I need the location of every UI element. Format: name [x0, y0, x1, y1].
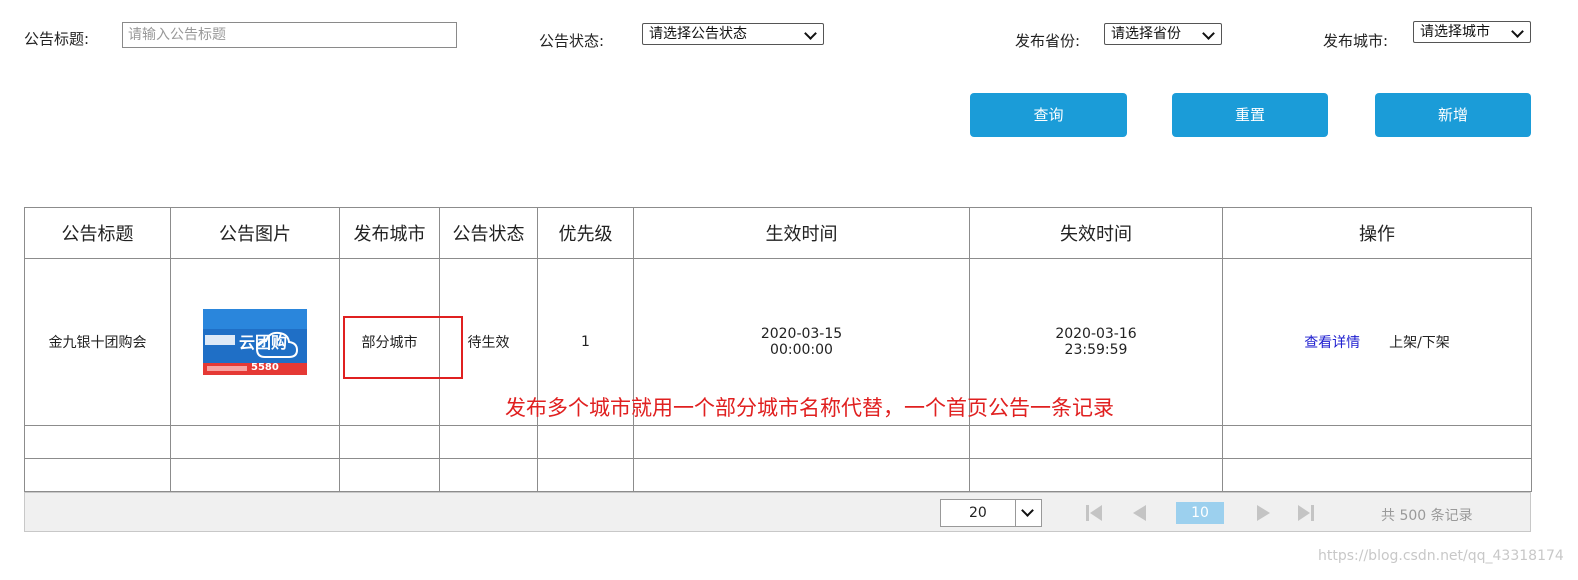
table-row-empty [24, 425, 1532, 459]
banner-subtext: 5580 [251, 362, 279, 373]
status-select-value: 请选择公告状态 [649, 26, 747, 42]
province-select-value: 请选择省份 [1111, 26, 1181, 42]
province-select[interactable]: 请选择省份 [1104, 23, 1222, 45]
status-select[interactable]: 请选择公告状态 [642, 23, 824, 45]
previous-page-icon[interactable] [1129, 503, 1149, 523]
province-filter-label: 发布省份: [1015, 32, 1081, 50]
pagination-bar: 20 10 共 500 条记录 [24, 492, 1531, 532]
city-select[interactable]: 请选择城市 [1413, 21, 1531, 43]
last-page-icon[interactable] [1296, 503, 1316, 523]
announcement-table: 公告标题 公告图片 发布城市 公告状态 优先级 生效时间 失效时间 操作 金九银… [24, 207, 1532, 492]
cell-title: 金九银十团购会 [24, 258, 171, 426]
table-header-row: 公告标题 公告图片 发布城市 公告状态 优先级 生效时间 失效时间 操作 [24, 207, 1532, 259]
chevron-down-icon [1021, 504, 1034, 517]
header-image: 公告图片 [170, 207, 340, 259]
annotation-highlight-box [343, 316, 463, 379]
first-page-icon[interactable] [1084, 503, 1104, 523]
banner-headline: 云团购 [239, 333, 288, 352]
header-actions: 操作 [1222, 207, 1532, 259]
title-search-input[interactable]: 请输入公告标题 [122, 22, 457, 48]
city-select-value: 请选择城市 [1420, 24, 1490, 40]
reset-button[interactable]: 重置 [1172, 93, 1328, 137]
query-button[interactable]: 查询 [970, 93, 1127, 137]
end-clock: 23:59:59 [1064, 342, 1128, 358]
cell-image: 云团购 5580 [170, 258, 340, 426]
view-detail-link[interactable]: 查看详情 [1304, 335, 1360, 351]
header-city: 发布城市 [339, 207, 440, 259]
header-end-time: 失效时间 [969, 207, 1223, 259]
add-button[interactable]: 新增 [1375, 93, 1531, 137]
header-start-time: 生效时间 [633, 207, 970, 259]
title-filter-label: 公告标题: [24, 30, 90, 48]
chevron-down-icon [1511, 25, 1524, 38]
page-size-divider [1015, 500, 1016, 526]
header-priority: 优先级 [537, 207, 634, 259]
end-date: 2020-03-16 [1055, 326, 1137, 342]
cell-actions: 查看详情 上架/下架 [1222, 258, 1532, 426]
start-date: 2020-03-15 [760, 326, 843, 342]
current-page-indicator[interactable]: 10 [1176, 502, 1224, 524]
page-size-value: 20 [969, 505, 987, 521]
header-status: 公告状态 [439, 207, 538, 259]
chevron-down-icon [804, 27, 817, 40]
next-page-icon[interactable] [1254, 503, 1274, 523]
watermark-text: https://blog.csdn.net/qq_43318174 [1318, 548, 1564, 564]
chevron-down-icon [1202, 27, 1215, 40]
total-records-text: 共 500 条记录 [1381, 508, 1473, 524]
annotation-note: 发布多个城市就用一个部分城市名称代替，一个首页公告一条记录 [505, 396, 1114, 420]
publish-toggle-link[interactable]: 上架/下架 [1389, 335, 1450, 351]
page-size-select[interactable]: 20 [940, 499, 1042, 527]
announcement-banner-image[interactable]: 云团购 5580 [203, 309, 307, 375]
header-title: 公告标题 [24, 207, 171, 259]
start-clock: 00:00:00 [770, 342, 833, 358]
table-row-empty [24, 458, 1532, 492]
city-filter-label: 发布城市: [1323, 32, 1389, 50]
status-filter-label: 公告状态: [539, 32, 605, 50]
